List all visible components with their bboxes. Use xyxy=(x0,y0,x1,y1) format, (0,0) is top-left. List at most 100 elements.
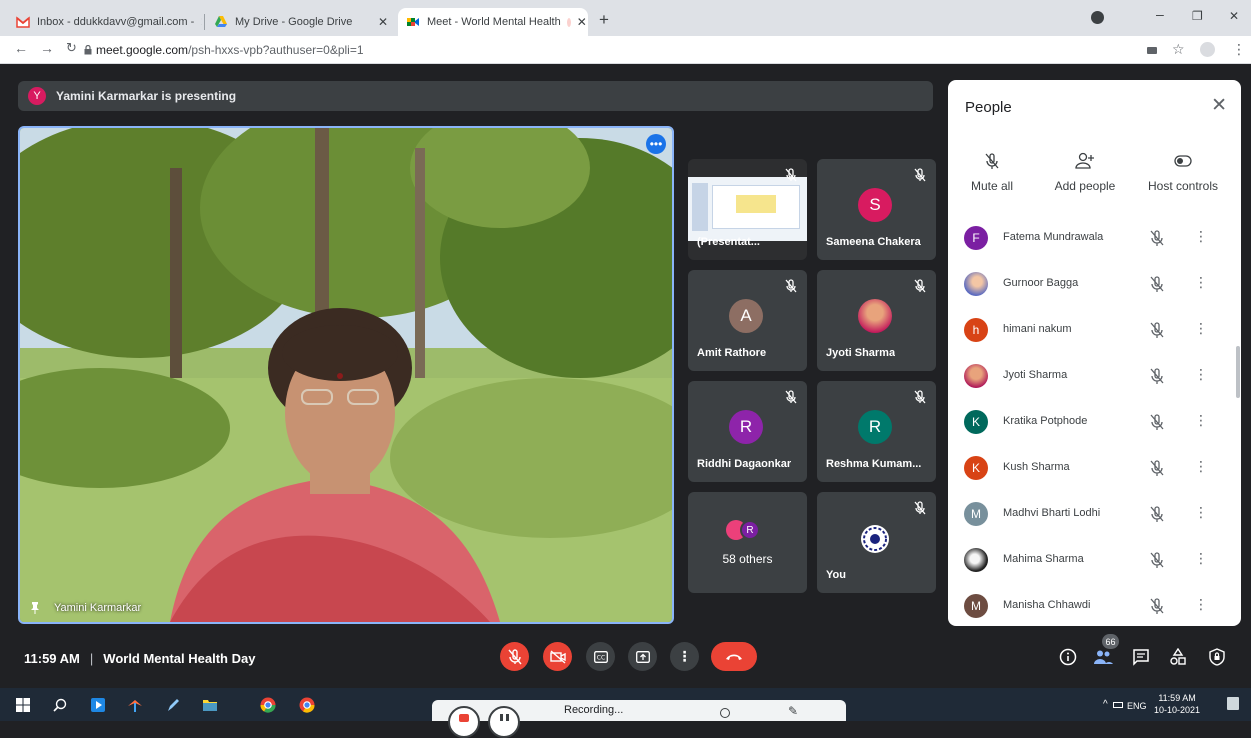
draw-pen-icon[interactable]: ✎ xyxy=(788,704,798,718)
mic-off-icon[interactable] xyxy=(1148,413,1166,431)
more-options-icon[interactable]: ⋮ xyxy=(1194,366,1208,383)
bookmark-star-icon[interactable]: ☆ xyxy=(1172,41,1185,58)
minimize-button[interactable]: – xyxy=(1156,6,1164,22)
list-item[interactable]: Mahima Sharma ⋮ xyxy=(948,537,1241,583)
tab-gmail[interactable]: Inbox - ddukkdavv@gmail.com - ✕ xyxy=(8,8,202,36)
chrome-profile-icon[interactable] xyxy=(298,696,316,714)
new-tab-button[interactable]: + xyxy=(599,10,609,30)
tray-expand-icon[interactable]: ^ xyxy=(1103,699,1108,710)
windows-start-icon[interactable] xyxy=(14,696,32,714)
pause-icon xyxy=(506,714,509,721)
people-icon xyxy=(1094,650,1113,664)
meeting-details-button[interactable] xyxy=(1057,646,1079,668)
mic-off-icon[interactable] xyxy=(1148,367,1166,385)
pen-app-icon[interactable] xyxy=(164,696,182,714)
list-item[interactable]: M Madhvi Bharti Lodhi ⋮ xyxy=(948,491,1241,537)
url-field[interactable]: meet.google.com/psh-hxxs-vpb?authuser=0&… xyxy=(96,43,364,57)
participant-avatar: h xyxy=(964,318,988,342)
list-item[interactable]: Gurnoor Bagga ⋮ xyxy=(948,261,1241,307)
list-item[interactable]: F Fatema Mundrawala ⋮ xyxy=(948,215,1241,261)
app-arrow-icon[interactable] xyxy=(126,696,144,714)
battery-icon[interactable] xyxy=(1113,702,1123,708)
search-icon[interactable] xyxy=(51,696,69,714)
mic-off-icon[interactable] xyxy=(1148,321,1166,339)
chat-button[interactable] xyxy=(1130,646,1152,668)
camera-toggle-button[interactable] xyxy=(543,642,572,671)
pause-recording-button[interactable] xyxy=(488,706,520,738)
tab-drive[interactable]: My Drive - Google Drive ✕ xyxy=(206,8,396,36)
participant-tile[interactable]: Jyoti Sharma xyxy=(817,270,936,371)
list-item[interactable]: K Kush Sharma ⋮ xyxy=(948,445,1241,491)
forward-arrow-icon[interactable]: → xyxy=(40,40,54,56)
self-tile[interactable]: You xyxy=(817,492,936,593)
captions-button[interactable]: CC xyxy=(586,642,615,671)
tab-meet[interactable]: Meet - World Mental Health ✕ xyxy=(398,8,588,36)
list-item[interactable]: Jyoti Sharma ⋮ xyxy=(948,353,1241,399)
language-indicator[interactable]: ENG xyxy=(1127,701,1147,711)
close-panel-icon[interactable]: ✕ xyxy=(1211,94,1227,117)
system-clock[interactable]: 11:59 AM 10-10-2021 xyxy=(1154,692,1200,716)
participant-tile[interactable]: A Amit Rathore xyxy=(688,270,807,371)
browser-menu-icon[interactable]: ⋮ xyxy=(1232,41,1246,58)
more-options-icon[interactable]: ⋮ xyxy=(1194,504,1208,521)
notifications-icon[interactable] xyxy=(1227,697,1239,710)
present-now-button[interactable] xyxy=(628,642,657,671)
more-options-icon[interactable]: ⋮ xyxy=(1194,458,1208,475)
more-options-icon[interactable]: ⋮ xyxy=(1194,596,1208,613)
close-window-button[interactable]: ✕ xyxy=(1229,9,1239,23)
host-controls-icon-button[interactable] xyxy=(1206,646,1228,668)
chrome-icon[interactable] xyxy=(259,696,277,714)
mic-off-icon[interactable] xyxy=(1148,229,1166,247)
leave-call-button[interactable] xyxy=(711,642,757,671)
camera-indicator-icon[interactable] xyxy=(1147,47,1157,54)
others-tile[interactable]: R 58 others xyxy=(688,492,807,593)
host-controls-button[interactable]: Host controls xyxy=(1138,149,1228,193)
google-drive-icon xyxy=(215,16,227,27)
recording-toolbar: ✎ xyxy=(432,700,846,738)
more-options-icon[interactable]: ⋮ xyxy=(1194,550,1208,567)
back-arrow-icon[interactable]: ← xyxy=(14,40,28,56)
tab-close-icon[interactable]: ✕ xyxy=(194,15,202,29)
more-options-icon[interactable]: ••• xyxy=(646,134,666,154)
more-options-icon[interactable]: ⋮ xyxy=(1194,228,1208,245)
mic-off-icon[interactable] xyxy=(1148,275,1166,293)
account-avatar-icon[interactable] xyxy=(1200,42,1215,57)
mute-all-label: Mute all xyxy=(970,179,1014,193)
list-item[interactable]: h himani nakum ⋮ xyxy=(948,307,1241,353)
reload-icon[interactable]: ↻ xyxy=(66,40,77,56)
mic-off-icon[interactable] xyxy=(1148,551,1166,569)
file-explorer-icon[interactable] xyxy=(201,696,219,714)
presentation-thumbnail xyxy=(688,177,807,241)
mic-off-icon[interactable] xyxy=(1148,505,1166,523)
participant-tile[interactable]: R Riddhi Dagaonkar xyxy=(688,381,807,482)
participant-tile[interactable]: R Reshma Kumam... xyxy=(817,381,936,482)
presenting-banner: Y Yamini Karmarkar is presenting xyxy=(18,81,933,111)
mic-off-icon[interactable] xyxy=(1148,597,1166,615)
mic-off-icon xyxy=(914,168,926,182)
participant-list-scrollbar[interactable] xyxy=(1236,346,1240,398)
profile-menu-icon[interactable] xyxy=(1091,11,1104,24)
participant-tile[interactable]: S Sameena Chakera xyxy=(817,159,936,260)
more-options-icon[interactable]: ⋮ xyxy=(1194,412,1208,429)
more-options-icon[interactable]: ⋮ xyxy=(1194,320,1208,337)
lock-icon xyxy=(84,45,92,55)
main-speaker-video[interactable]: ••• Yamini Karmarkar xyxy=(18,126,674,624)
list-item[interactable]: M Manisha Chhawdi ⋮ xyxy=(948,583,1241,626)
show-everyone-button[interactable] xyxy=(1092,646,1114,668)
activities-button[interactable] xyxy=(1167,646,1189,668)
webcam-toggle-icon[interactable] xyxy=(720,708,730,718)
tab-close-icon[interactable]: ✕ xyxy=(372,15,388,29)
mic-off-icon xyxy=(914,501,926,515)
mic-off-icon[interactable] xyxy=(1148,459,1166,477)
more-options-icon[interactable]: ⋮ xyxy=(1194,274,1208,291)
media-player-icon[interactable] xyxy=(89,696,107,714)
stop-recording-button[interactable] xyxy=(448,706,480,738)
participant-tile[interactable]: (Presentat... xyxy=(688,159,807,260)
add-people-button[interactable]: Add people xyxy=(1040,149,1130,193)
maximize-button[interactable]: ❐ xyxy=(1192,9,1203,23)
more-options-button[interactable]: ⋮ xyxy=(670,642,699,671)
list-item[interactable]: K Kratika Potphode ⋮ xyxy=(948,399,1241,445)
tab-close-icon[interactable]: ✕ xyxy=(571,15,587,29)
microphone-toggle-button[interactable] xyxy=(500,642,529,671)
mute-all-button[interactable]: Mute all xyxy=(948,149,1037,193)
